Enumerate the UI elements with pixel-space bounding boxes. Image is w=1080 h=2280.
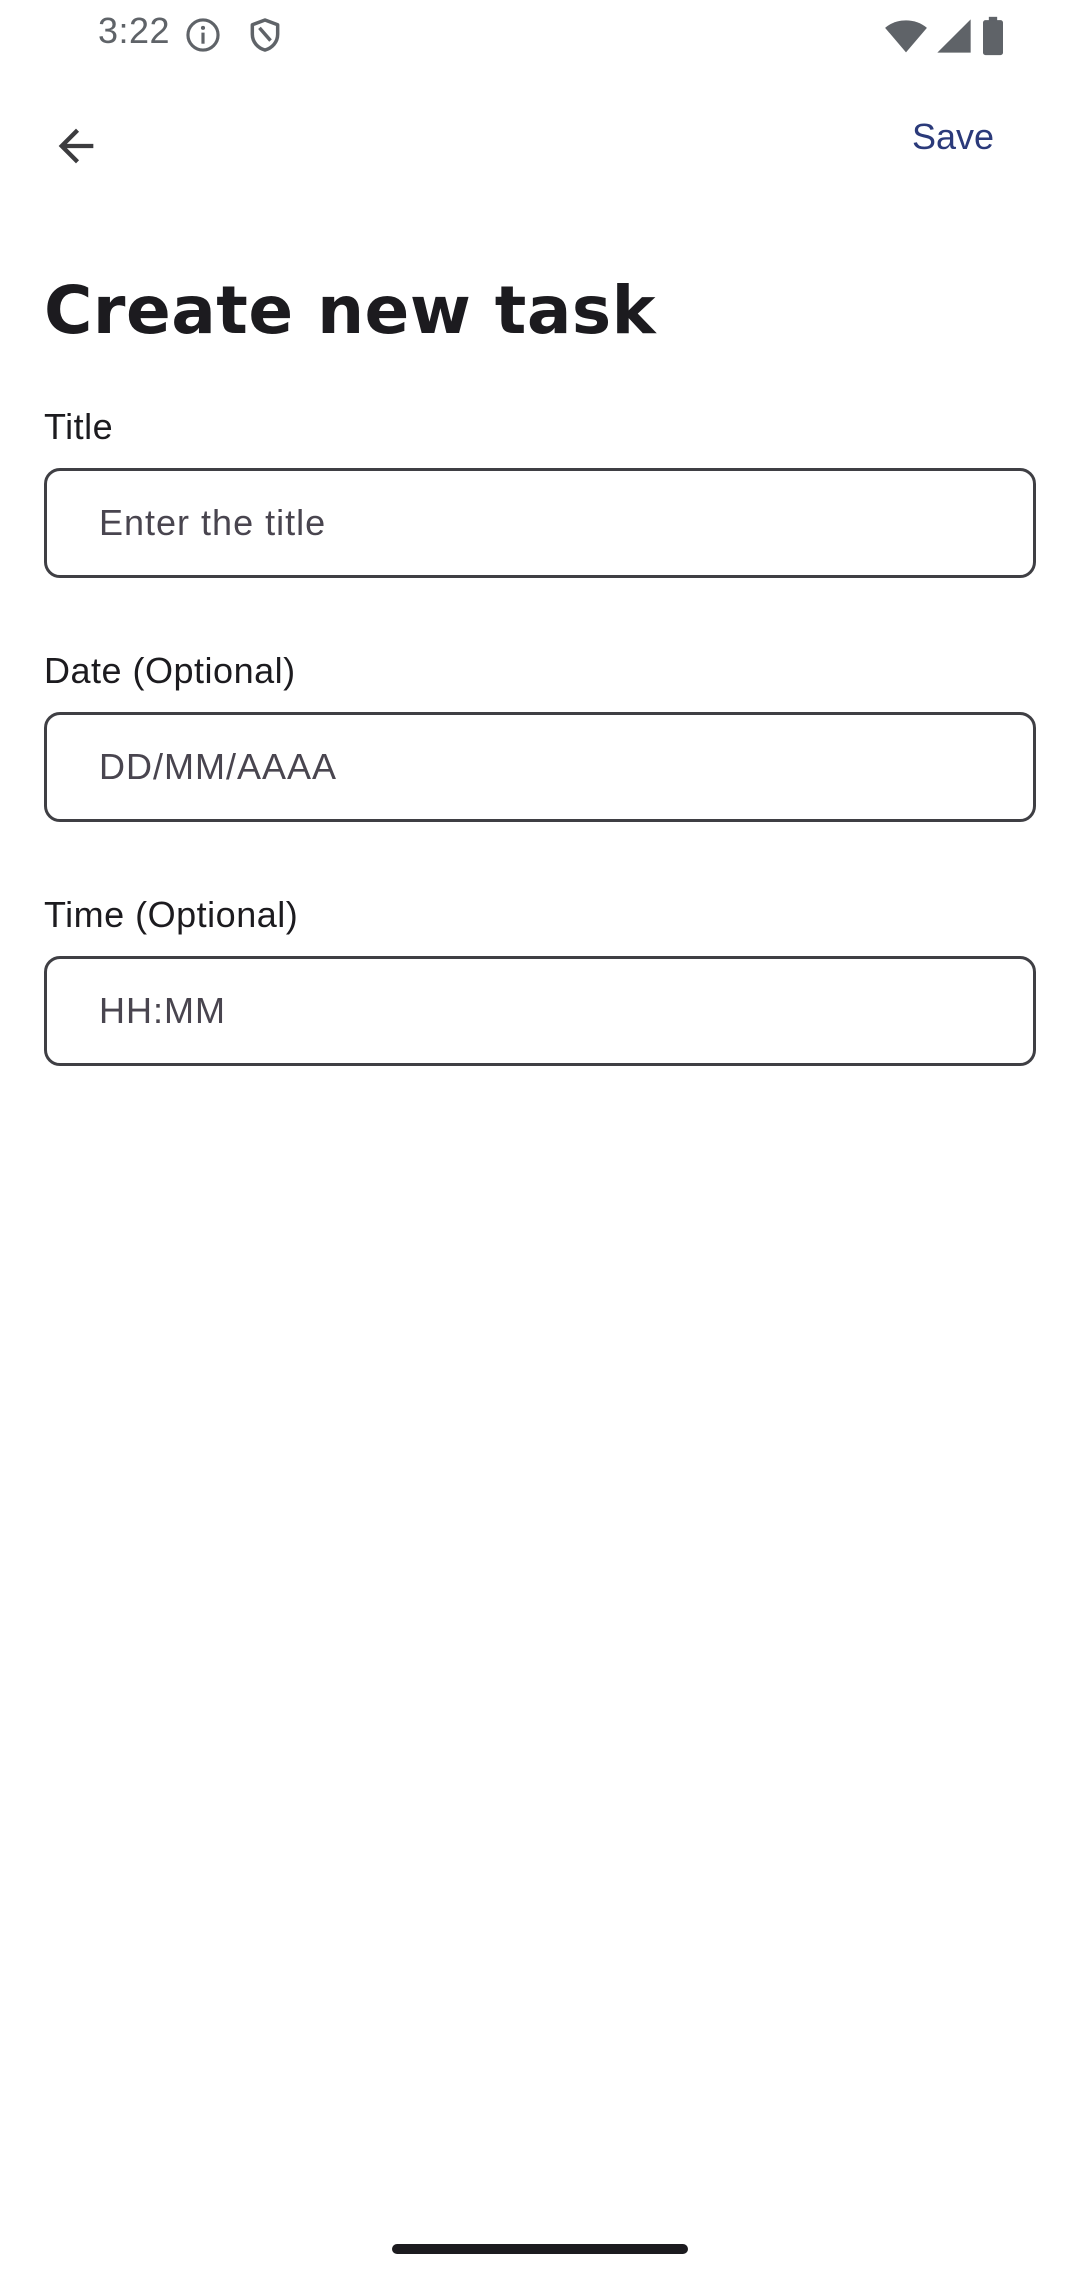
shield-icon bbox=[246, 16, 284, 54]
date-field bbox=[44, 712, 1036, 822]
title-input[interactable] bbox=[47, 471, 1033, 575]
info-icon bbox=[184, 16, 222, 54]
cellular-signal-icon bbox=[934, 16, 974, 56]
title-field bbox=[44, 468, 1036, 578]
gesture-navigation-bar[interactable] bbox=[392, 2244, 688, 2254]
status-bar: 3:22 bbox=[0, 0, 1080, 66]
save-button[interactable]: Save bbox=[912, 116, 994, 158]
page-title: Create new task bbox=[44, 272, 657, 349]
date-field-label: Date (Optional) bbox=[44, 650, 296, 691]
battery-icon bbox=[980, 16, 1006, 56]
create-task-screen: 3:22 Save Create new task Title Da bbox=[0, 0, 1080, 2280]
status-time: 3:22 bbox=[98, 10, 171, 51]
time-field bbox=[44, 956, 1036, 1066]
date-input[interactable] bbox=[47, 715, 1033, 819]
back-button[interactable] bbox=[40, 110, 112, 182]
time-input[interactable] bbox=[47, 959, 1033, 1063]
time-field-label: Time (Optional) bbox=[44, 894, 299, 935]
wifi-icon bbox=[884, 16, 928, 56]
arrow-back-icon bbox=[58, 128, 94, 164]
title-field-label: Title bbox=[44, 406, 114, 447]
top-app-bar: Save bbox=[0, 90, 1080, 198]
